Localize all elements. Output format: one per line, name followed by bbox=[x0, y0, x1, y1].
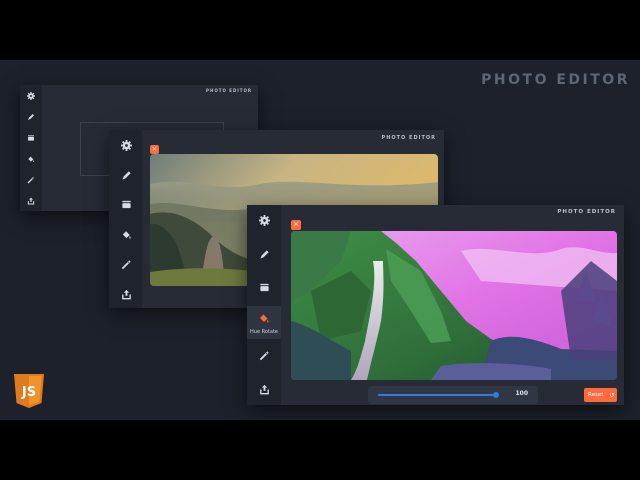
close-icon: ✕ bbox=[151, 145, 158, 153]
brand-title: PHOTO EDITOR bbox=[481, 72, 630, 88]
window-front: PHOTO EDITOR Hue Rotate ✕ 100 Reset ↺ bbox=[247, 205, 624, 405]
settings-icon[interactable] bbox=[117, 136, 135, 154]
layers-icon[interactable] bbox=[24, 131, 38, 145]
paint-bucket-icon bbox=[255, 310, 273, 326]
window-title: PHOTO EDITOR bbox=[557, 209, 616, 215]
reset-icon: ↺ bbox=[609, 391, 615, 399]
reset-button[interactable]: Reset ↺ bbox=[584, 388, 617, 402]
magic-wand-icon[interactable] bbox=[24, 173, 38, 187]
active-tool-label: Hue Rotate bbox=[250, 329, 278, 335]
slider-fill bbox=[378, 394, 496, 396]
reset-label: Reset bbox=[588, 392, 604, 398]
window-title: PHOTO EDITOR bbox=[381, 135, 436, 141]
paint-bucket-icon[interactable] bbox=[24, 152, 38, 166]
close-button[interactable]: ✕ bbox=[150, 145, 159, 154]
magic-wand-icon[interactable] bbox=[117, 255, 135, 273]
pencil-icon[interactable] bbox=[24, 110, 38, 124]
window-title: PHOTO EDITOR bbox=[206, 88, 252, 93]
js-logo: JS bbox=[14, 374, 44, 408]
pencil-icon[interactable] bbox=[117, 166, 135, 184]
sidebar bbox=[247, 205, 281, 405]
share-icon[interactable] bbox=[117, 285, 135, 303]
pencil-icon[interactable] bbox=[255, 245, 273, 263]
close-button[interactable]: ✕ bbox=[291, 220, 301, 230]
close-icon: ✕ bbox=[293, 221, 299, 228]
stage: PHOTO EDITOR PHOTO EDITOR PHOTO EDITOR ✕… bbox=[0, 60, 640, 420]
settings-icon[interactable] bbox=[255, 211, 273, 229]
tool-hue-rotate[interactable]: Hue Rotate bbox=[247, 306, 281, 339]
slider-track[interactable] bbox=[378, 392, 499, 398]
settings-icon[interactable] bbox=[24, 89, 38, 103]
sidebar bbox=[109, 130, 142, 308]
svg-text:JS: JS bbox=[21, 385, 36, 400]
magic-wand-icon[interactable] bbox=[255, 346, 273, 364]
share-icon[interactable] bbox=[24, 194, 38, 208]
sidebar bbox=[20, 85, 42, 211]
slider-value: 100 bbox=[515, 390, 528, 397]
share-icon[interactable] bbox=[255, 380, 273, 398]
waterfall-photo bbox=[291, 231, 617, 380]
layers-icon[interactable] bbox=[255, 278, 273, 296]
slider-panel: 100 bbox=[368, 386, 538, 404]
slider-thumb[interactable] bbox=[493, 392, 499, 398]
layers-icon[interactable] bbox=[117, 195, 135, 213]
paint-bucket-icon[interactable] bbox=[117, 225, 135, 243]
